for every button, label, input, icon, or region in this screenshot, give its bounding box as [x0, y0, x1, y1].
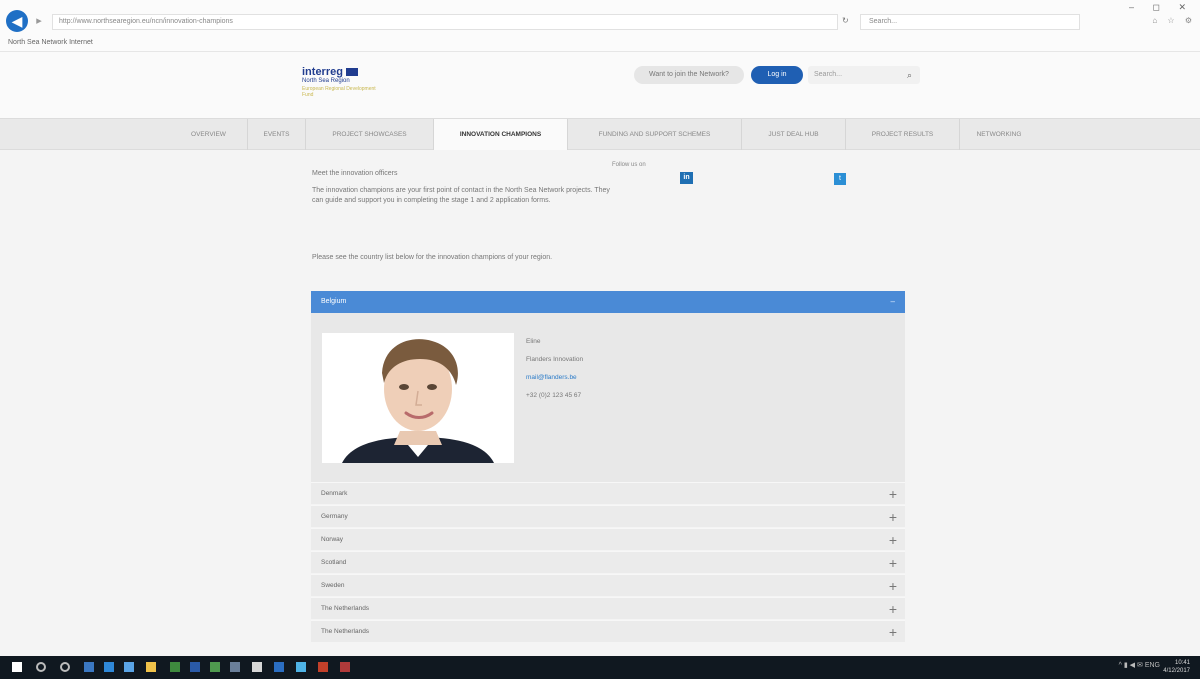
accordion-label: The Netherlands — [321, 605, 370, 612]
refresh-icon[interactable]: ↻ — [842, 16, 849, 25]
champion-org: Flanders Innovation — [526, 356, 584, 363]
plus-icon[interactable]: + — [889, 483, 897, 505]
nav-project-showcases[interactable]: Project Showcases — [306, 119, 434, 150]
plus-icon[interactable]: + — [889, 529, 897, 551]
edge-icon[interactable] — [124, 662, 134, 672]
accordion-row[interactable]: Scotland + — [311, 551, 905, 573]
app-icon[interactable] — [230, 662, 240, 672]
plus-icon[interactable]: + — [889, 506, 897, 528]
site-search-placeholder: Search... — [814, 71, 843, 78]
accordion-row[interactable]: The Netherlands + — [311, 620, 905, 642]
intro-text: The innovation champions are your first … — [312, 187, 610, 204]
intro-title: Meet the innovation officers — [312, 170, 398, 177]
task-view-icon[interactable] — [84, 662, 94, 672]
main-nav: Overview Events Project Showcases Innova… — [0, 118, 1200, 150]
forward-arrow-icon[interactable]: ▸ — [32, 14, 46, 28]
logo-tagline: European Regional Development Fund — [302, 86, 376, 98]
accordion-label: Germany — [321, 513, 348, 520]
portrait-illustration — [322, 333, 514, 463]
nav-overview[interactable]: Overview — [170, 119, 248, 150]
contact-line: Please see the country list below for th… — [312, 254, 553, 261]
login-button[interactable]: Log in — [751, 66, 803, 84]
windows-start-icon[interactable] — [12, 662, 22, 672]
ie-icon[interactable] — [104, 662, 114, 672]
accordion-row[interactable]: The Netherlands + — [311, 597, 905, 619]
excel-icon[interactable] — [170, 662, 180, 672]
notes-icon[interactable] — [252, 662, 262, 672]
taskbar: ^ ▮ ◀ ✉ ENG 10:41 4/12/2017 — [0, 656, 1200, 679]
browser-search-input[interactable]: Search... — [860, 14, 1080, 30]
browser-chrome: ◀ ▸ http://www.northsearegion.eu/ncn/inn… — [0, 0, 1200, 52]
nav-innovation-champions[interactable]: Innovation Champions — [434, 119, 568, 150]
accordion-label: Denmark — [321, 490, 348, 497]
nav-project-results[interactable]: Project Results — [846, 119, 960, 150]
file-explorer-icon[interactable] — [146, 662, 156, 672]
nav-funding-support[interactable]: Funding and Support Schemes — [568, 119, 742, 150]
minus-icon[interactable]: – — [891, 291, 895, 313]
accordion-label: The Netherlands — [321, 628, 370, 635]
twitter-icon[interactable]: t — [834, 173, 846, 185]
eu-flag-icon — [345, 68, 358, 77]
accordion-row[interactable]: Sweden + — [311, 574, 905, 596]
nav-events[interactable]: Events — [248, 119, 306, 150]
logo-subtitle: North Sea Region — [302, 78, 350, 84]
champion-photo — [322, 333, 514, 463]
skype-icon[interactable] — [296, 662, 306, 672]
clock-time: 10:41 — [1174, 660, 1190, 666]
search-icon[interactable] — [36, 662, 46, 672]
back-arrow-icon[interactable]: ◀ — [6, 10, 28, 32]
clock-date: 4/12/2017 — [1163, 668, 1190, 674]
nav-networking[interactable]: Networking — [960, 119, 1038, 150]
taskbar-clock[interactable]: 10:41 4/12/2017 — [1163, 659, 1190, 675]
region-header-label: Belgium — [321, 298, 347, 305]
logo-title: interreg — [302, 66, 382, 78]
browser-tool-icons[interactable]: ⌂ ☆ ⚙ — [1152, 16, 1196, 25]
champion-email-link[interactable]: mail@flanders.be — [526, 369, 583, 387]
accordion-row[interactable]: Germany + — [311, 505, 905, 527]
champion-name: Eline — [526, 338, 541, 345]
nav-just-deal-hub[interactable]: Just Deal Hub — [742, 119, 846, 150]
region-accordion-header[interactable]: Belgium – — [311, 291, 905, 313]
powerpoint-icon[interactable] — [318, 662, 328, 672]
join-network-button[interactable]: Want to join the Network? — [634, 66, 744, 84]
champion-details: Eline Flanders Innovation mail@flanders.… — [526, 333, 583, 405]
browser-tab[interactable]: North Sea Network Internet — [8, 36, 93, 50]
cortana-icon[interactable] — [60, 662, 70, 672]
accordion-label: Sweden — [321, 582, 345, 589]
outlook-icon[interactable] — [274, 662, 284, 672]
project-icon[interactable] — [210, 662, 220, 672]
plus-icon[interactable]: + — [889, 621, 897, 643]
plus-icon[interactable]: + — [889, 575, 897, 597]
window-controls[interactable]: – ◻ ✕ — [1129, 2, 1194, 13]
acrobat-icon[interactable] — [340, 662, 350, 672]
plus-icon[interactable]: + — [889, 552, 897, 574]
accordion-row[interactable]: Norway + — [311, 528, 905, 550]
follow-label: Follow us on — [612, 162, 646, 168]
linkedin-icon[interactable]: in — [680, 172, 693, 184]
interreg-logo[interactable]: interreg North Sea Region European Regio… — [302, 66, 382, 106]
accordion-label: Norway — [321, 536, 344, 543]
accordion-row[interactable]: Denmark + — [311, 482, 905, 504]
word-icon[interactable] — [190, 662, 200, 672]
plus-icon[interactable]: + — [889, 598, 897, 620]
search-icon[interactable]: ⌕ — [907, 66, 912, 84]
address-bar[interactable]: http://www.northsearegion.eu/ncn/innovat… — [52, 14, 838, 30]
accordion-label: Scotland — [321, 559, 347, 566]
system-tray[interactable]: ^ ▮ ◀ ✉ ENG — [1119, 661, 1160, 669]
champion-phone: +32 (0)2 123 45 67 — [526, 392, 582, 399]
site-header: interreg North Sea Region European Regio… — [0, 52, 1200, 118]
site-search-input[interactable]: Search... ⌕ — [808, 66, 920, 84]
